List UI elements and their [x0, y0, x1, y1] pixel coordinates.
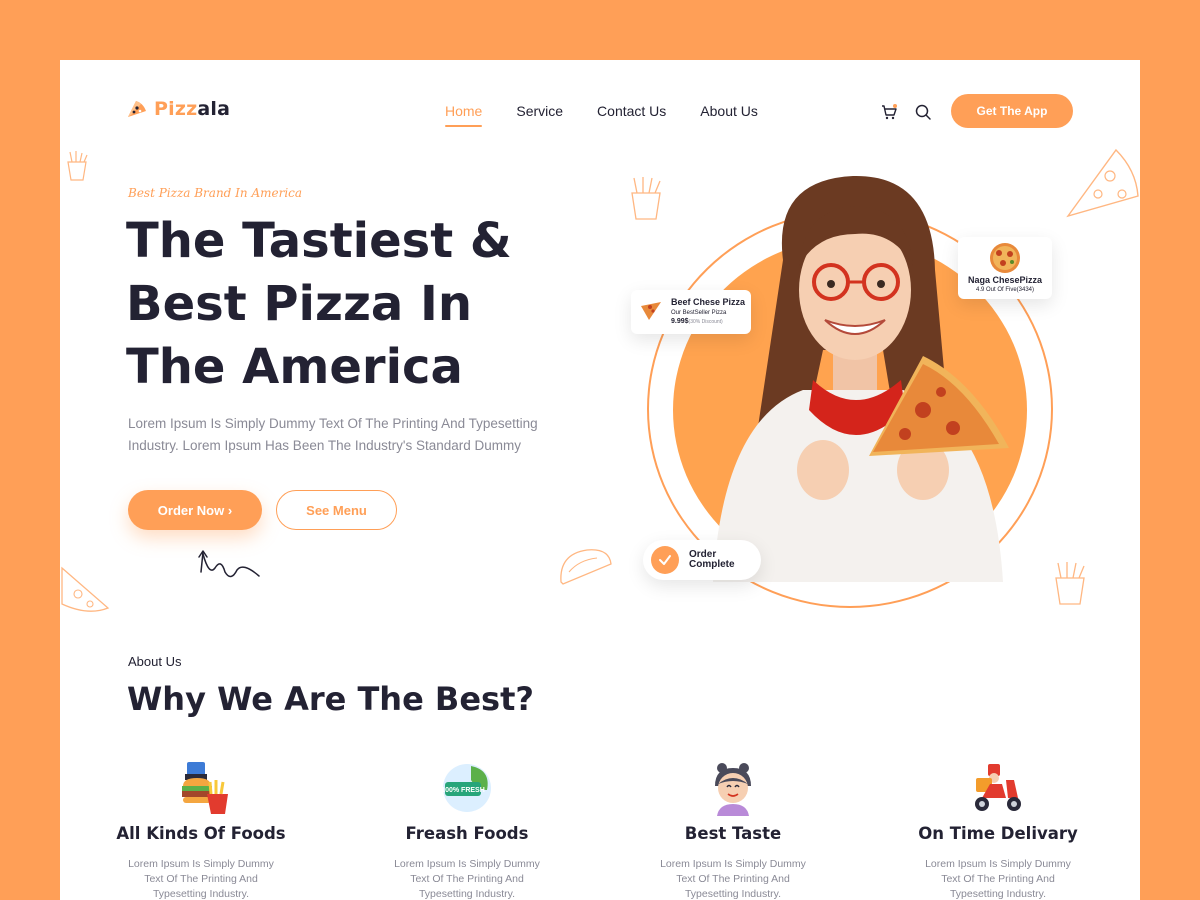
order-complete-label: Order Complete: [689, 549, 735, 570]
feature-description: Lorem Ipsum Is Simply Dummy Text Of The …: [394, 858, 540, 900]
pizza-slice-icon: [641, 302, 661, 320]
feature-best-taste: Best Taste Lorem Ipsum Is Simply Dummy T…: [623, 760, 843, 900]
fresh-badge-text: 100% FRESH: [441, 787, 485, 794]
fries-doodle-icon: [67, 151, 88, 181]
taco-doodle-icon: [560, 549, 612, 585]
product-price: 9.99$: [671, 318, 689, 325]
pizza-icon: [990, 243, 1020, 273]
landing-page: Pizzala Home Service Contact Us About Us…: [60, 60, 1140, 900]
get-the-app-button[interactable]: Get The App: [951, 94, 1073, 128]
main-nav: Home Service Contact Us About Us: [445, 103, 758, 127]
brand-name: Pizzala: [154, 98, 230, 120]
product-card-naga[interactable]: Naga ChesePizza 4.9 Out Of Five(3434): [958, 237, 1052, 299]
chevron-right-icon: ›: [227, 502, 233, 518]
product-card-beef[interactable]: Beef Chese Pizza Our BestSeller Pizza 9.…: [631, 290, 751, 334]
nav-item-service[interactable]: Service: [516, 103, 563, 127]
check-icon: [651, 546, 679, 574]
squiggle-arrow-icon: [198, 550, 260, 578]
nav-item-contact[interactable]: Contact Us: [597, 103, 666, 127]
nav-item-about[interactable]: About Us: [700, 103, 758, 127]
hero-title: The Tastiest & Best Pizza In The America: [126, 213, 512, 395]
fresh-food-icon: 100% FRESH: [441, 764, 491, 812]
fries-doodle-icon: [1055, 562, 1085, 605]
product-card-rating: 4.9 Out Of Five(3434): [975, 287, 1035, 293]
search-icon[interactable]: [914, 103, 932, 121]
pizza-slice-doodle-icon: [61, 566, 110, 612]
about-label: About Us: [128, 654, 182, 669]
hero-tagline: Best Pizza Brand In America: [128, 186, 303, 200]
brand-name-part2: ala: [197, 98, 231, 120]
feature-description: Lorem Ipsum Is Simply Dummy Text Of The …: [925, 858, 1071, 900]
order-complete-badge: Order Complete: [643, 540, 761, 580]
feature-title: All Kinds Of Foods: [116, 824, 286, 843]
feature-all-kinds: All Kinds Of Foods Lorem Ipsum Is Simply…: [91, 760, 311, 900]
fries-doodle-icon: [631, 177, 661, 220]
fast-food-icon: [182, 762, 228, 814]
delivery-scooter-icon: [975, 764, 1021, 811]
brand-name-part1: Pizz: [154, 98, 198, 120]
feature-on-time-delivery: On Time Delivary Lorem Ipsum Is Simply D…: [888, 760, 1108, 900]
order-now-button[interactable]: Order Now ›: [128, 490, 262, 530]
feature-title: Freash Foods: [405, 824, 529, 843]
product-card-title: Naga ChesePizza: [967, 275, 1043, 285]
feature-title: On Time Delivary: [918, 824, 1078, 843]
pizza-slice-doodle-icon: [1066, 148, 1139, 218]
brand-logo[interactable]: Pizzala: [126, 98, 230, 120]
feature-description: Lorem Ipsum Is Simply Dummy Text Of The …: [128, 858, 274, 900]
woman-eating-pizza-image: [713, 175, 1009, 582]
chef-girl-icon: [715, 763, 751, 816]
nav-item-home[interactable]: Home: [445, 103, 483, 127]
product-card-subtitle: Our BestSeller Pizza: [671, 310, 727, 316]
cart-icon[interactable]: [880, 103, 898, 121]
product-card-title: Beef Chese Pizza: [671, 297, 746, 307]
feature-fresh-foods: 100% FRESH Freash Foods Lorem Ipsum Is S…: [357, 760, 577, 900]
feature-title: Best Taste: [684, 824, 782, 843]
see-menu-button[interactable]: See Menu: [276, 490, 397, 530]
order-now-label: Order Now: [157, 502, 225, 518]
product-card-price: 9.99$(30% Discount): [671, 318, 745, 325]
feature-description: Lorem Ipsum Is Simply Dummy Text Of The …: [660, 858, 806, 900]
about-title: Why We Are The Best?: [127, 680, 534, 718]
pizza-slice-icon: [128, 101, 146, 117]
product-discount: (30% Discount): [688, 319, 723, 325]
hero-description: Lorem Ipsum Is Simply Dummy Text Of The …: [128, 416, 538, 453]
